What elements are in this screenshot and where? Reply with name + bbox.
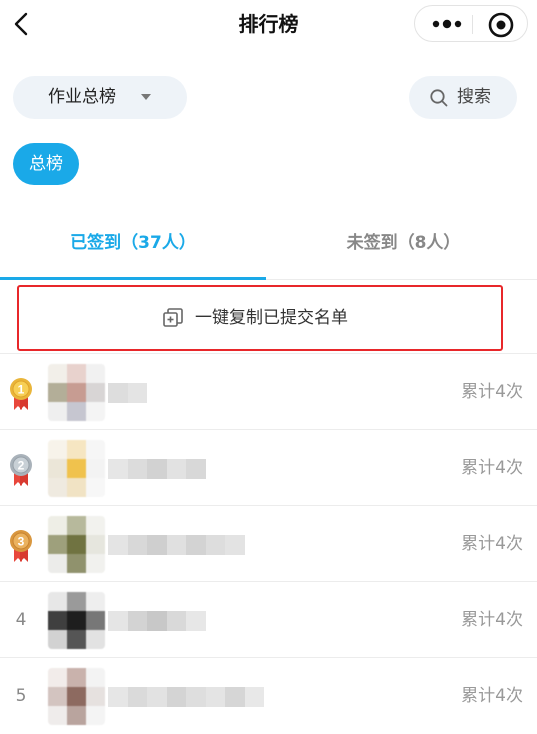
mini-program-capsule — [414, 5, 528, 42]
bronze-medal-icon: 3 — [10, 530, 32, 562]
ranking-row[interactable]: 3 累计4次 — [0, 505, 537, 582]
avatar — [48, 592, 105, 649]
nav-bar: 排行榜 — [0, 0, 537, 50]
blurred-username — [108, 611, 206, 631]
total-count: 累计4次 — [461, 610, 523, 630]
active-tab-indicator — [0, 277, 266, 280]
blurred-username — [108, 383, 147, 403]
avatar — [48, 516, 105, 573]
tab-not-signed-in[interactable]: 未签到（8人） — [270, 224, 537, 262]
capsule-divider — [472, 15, 473, 34]
rank-number: 4 — [15, 610, 27, 630]
gold-medal-icon: 1 — [10, 378, 32, 410]
rank-number: 3 — [18, 535, 25, 549]
tab-signed-in[interactable]: 已签到（37人） — [0, 224, 266, 262]
blurred-username — [108, 535, 245, 555]
blurred-username — [108, 459, 206, 479]
more-icon[interactable] — [429, 12, 465, 36]
search-button[interactable]: 搜索 — [409, 76, 517, 119]
rank-number: 5 — [15, 686, 27, 706]
avatar — [48, 668, 105, 725]
dropdown-label: 作业总榜 — [48, 87, 116, 107]
total-count: 累计4次 — [461, 382, 523, 402]
close-target-icon[interactable] — [487, 11, 515, 39]
copy-button-label: 一键复制已提交名单 — [195, 308, 348, 328]
ranking-row[interactable]: 5 累计4次 — [0, 657, 537, 734]
copy-icon — [163, 308, 183, 327]
ranking-row[interactable]: 4 累计4次 — [0, 581, 537, 658]
ranking-row[interactable]: 1 累计4次 — [0, 353, 537, 430]
search-icon — [430, 89, 448, 107]
total-count: 累计4次 — [461, 458, 523, 478]
silver-medal-icon: 2 — [10, 454, 32, 486]
ranking-row[interactable]: 2 累计4次 — [0, 429, 537, 506]
total-count: 累计4次 — [461, 686, 523, 706]
total-count: 累计4次 — [461, 534, 523, 554]
search-label: 搜索 — [457, 87, 491, 107]
overall-ranking-chip[interactable]: 总榜 — [13, 143, 79, 185]
avatar — [48, 364, 105, 421]
rank-number: 2 — [18, 459, 25, 473]
rank-number: 1 — [18, 383, 25, 397]
copy-submitted-list-button[interactable]: 一键复制已提交名单 — [17, 285, 503, 351]
caret-down-icon — [141, 94, 151, 100]
leaderboard-type-dropdown[interactable]: 作业总榜 — [13, 76, 187, 119]
avatar — [48, 440, 105, 497]
blurred-username — [108, 687, 264, 707]
